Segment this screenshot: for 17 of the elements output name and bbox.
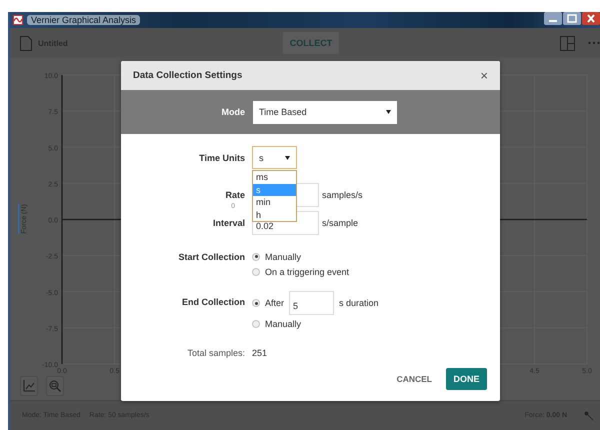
mode-label: Mode xyxy=(220,107,245,117)
dialog-title: Data Collection Settings xyxy=(133,70,242,81)
option-label: On a triggering event xyxy=(265,266,350,276)
option-label: Manually xyxy=(265,318,302,328)
time-units-label: Time Units xyxy=(198,152,245,162)
duration-unit: s duration xyxy=(339,298,379,308)
interval-label: Interval xyxy=(212,218,245,228)
end-collection-label: End Collection xyxy=(181,297,245,307)
total-samples-label: Total samples: xyxy=(186,348,245,358)
interval-unit: s/sample xyxy=(322,218,358,228)
total-samples-value: 251 xyxy=(252,348,268,358)
option-label: Manually xyxy=(265,252,302,262)
option-label: After xyxy=(265,298,284,308)
window-title: Vernier Graphical Analysis xyxy=(27,15,140,25)
rate-unit: samples/s xyxy=(322,190,363,200)
rate-label: Rate xyxy=(225,190,245,200)
start-collection-label: Start Collection xyxy=(177,252,245,262)
